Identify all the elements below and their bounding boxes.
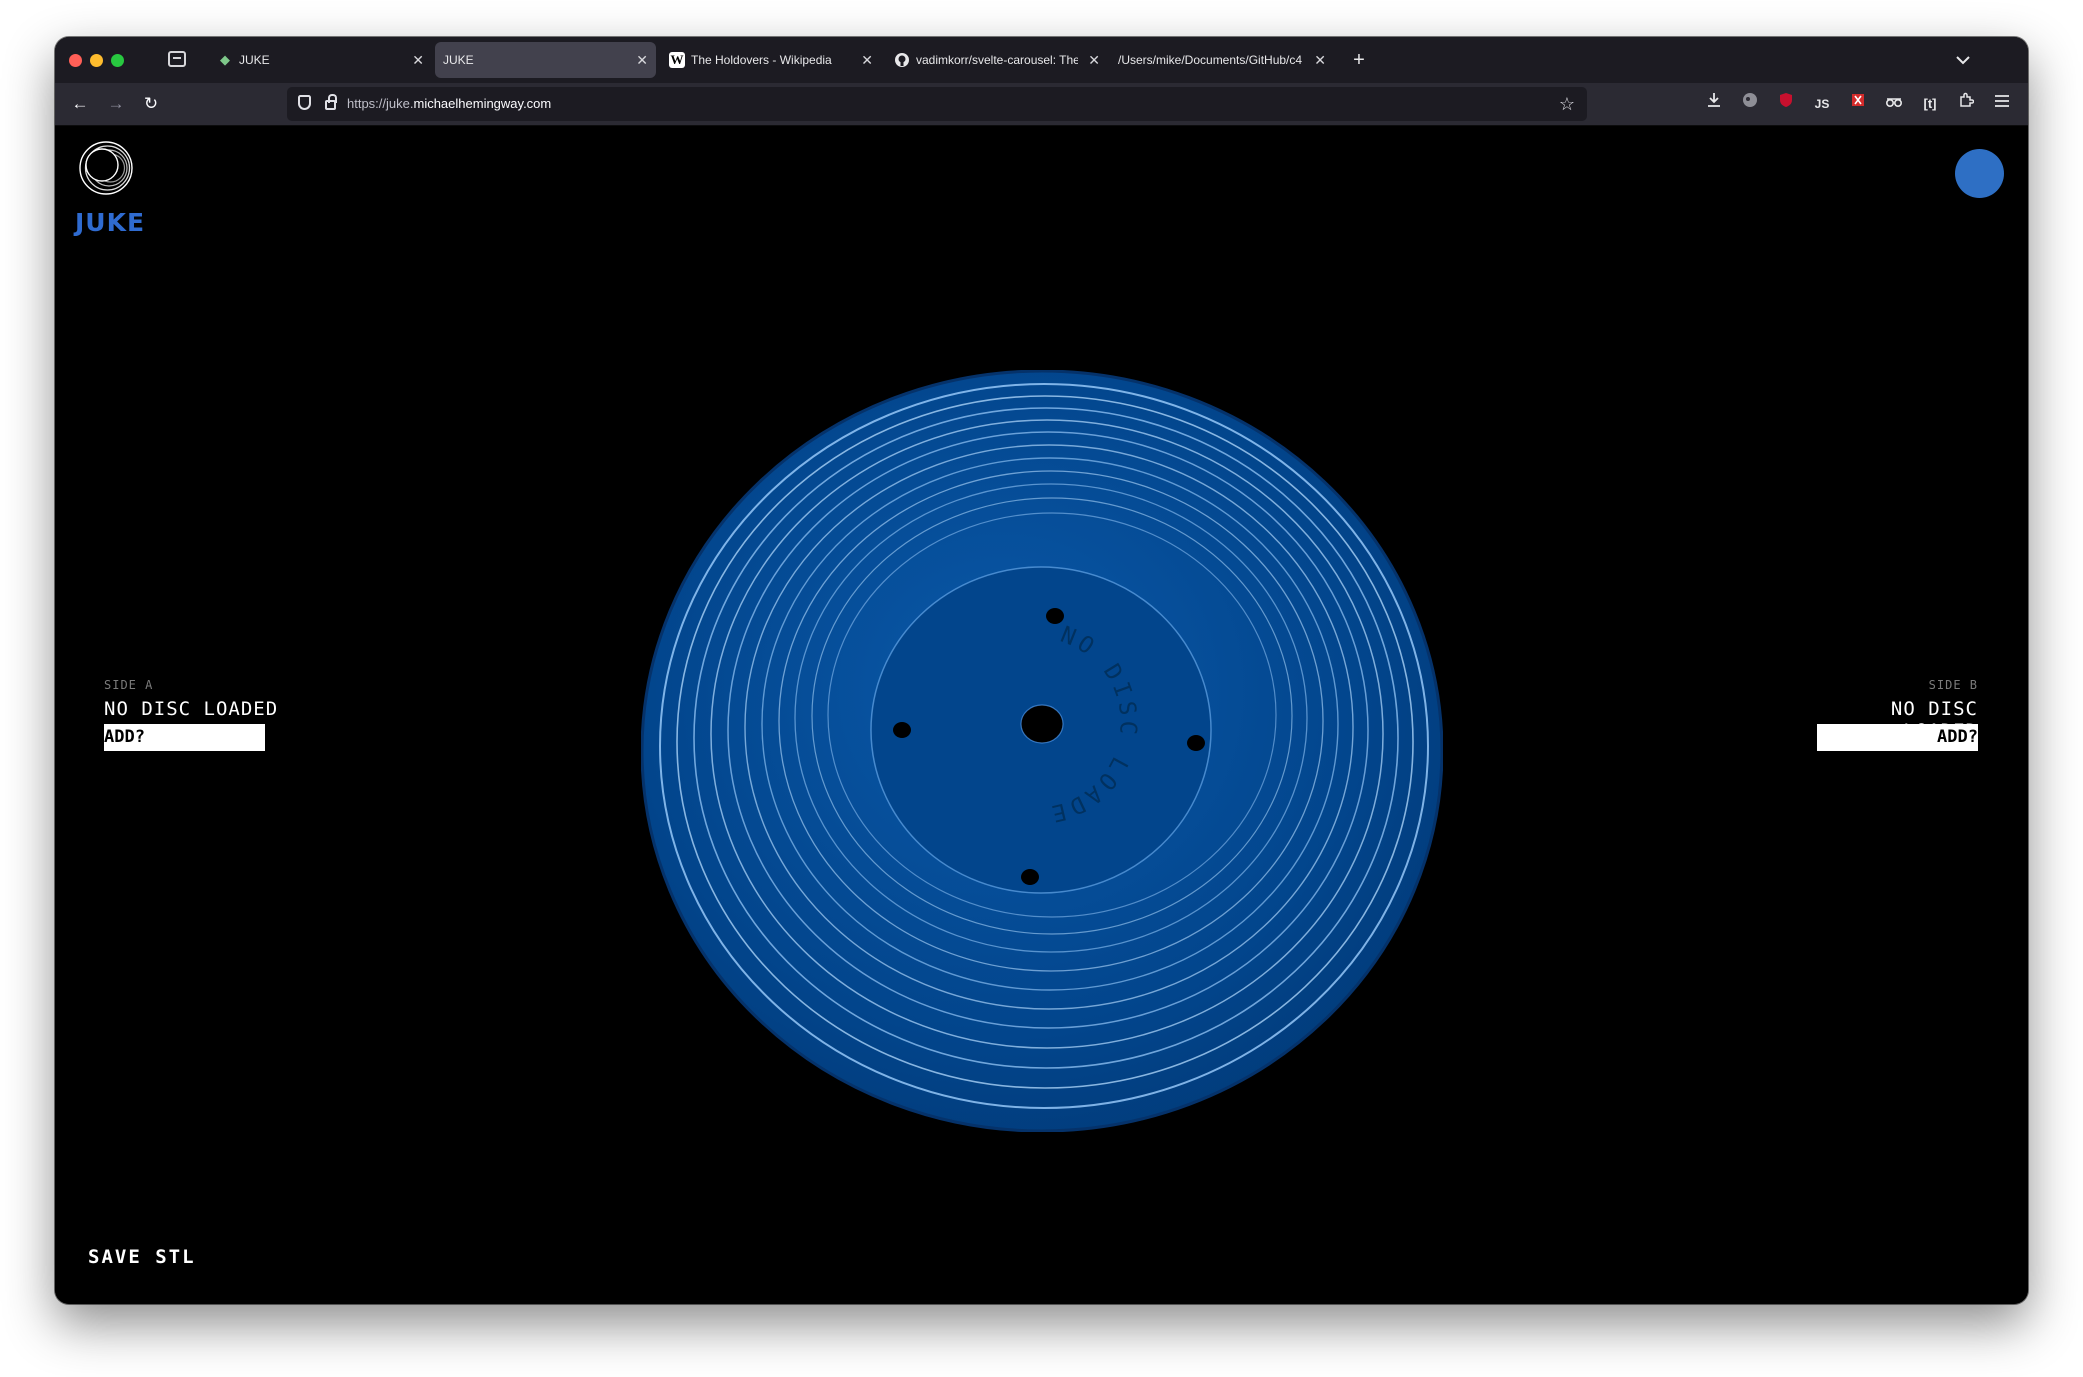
disc-peg-hole xyxy=(1046,608,1064,624)
reload-icon[interactable]: ↻ xyxy=(136,89,166,119)
side-b-add-button[interactable]: ADD? xyxy=(1817,724,1978,751)
extension-spy-icon[interactable] xyxy=(1880,89,1908,119)
side-a-panel: SIDE A NO DISC LOADED ADD? xyxy=(104,678,278,751)
navigation-toolbar: ← → ↻ https://juke.michaelhemingway.com … xyxy=(55,83,2028,126)
downloads-icon[interactable] xyxy=(1700,89,1728,119)
url-text[interactable]: https://juke.michaelhemingway.com xyxy=(347,87,551,121)
page-content: JUKE SIDE A NO DISC LOADED ADD? SIDE B N… xyxy=(55,126,2028,1304)
ublock-icon[interactable] xyxy=(1772,89,1800,119)
side-b-status: NO DISC LOADED xyxy=(1890,698,1978,742)
green-leaf-icon: ◆ xyxy=(220,52,230,67)
close-icon[interactable]: ✕ xyxy=(636,42,648,78)
menu-hamburger-icon[interactable] xyxy=(1988,89,2016,119)
vinyl-disc-3d-view[interactable]: NO DISC LOADED xyxy=(641,370,1443,1132)
side-b-panel: SIDE B NO DISC LOADED ADD? xyxy=(1817,678,1978,751)
extensions-puzzle-icon[interactable] xyxy=(1952,89,1980,119)
github-icon xyxy=(894,52,910,68)
close-icon[interactable]: ✕ xyxy=(412,42,424,78)
save-stl-button[interactable]: SAVE STL xyxy=(88,1246,196,1268)
tracking-protection-shield-icon[interactable] xyxy=(298,95,311,110)
close-icon[interactable]: ✕ xyxy=(861,42,873,78)
js-toggle-icon[interactable]: JS xyxy=(1808,89,1836,119)
new-tab-button[interactable]: + xyxy=(1342,42,1376,78)
side-a-tag: SIDE A xyxy=(104,678,154,692)
tab-overview-icon[interactable] xyxy=(168,51,186,67)
disc-peg-hole xyxy=(1021,869,1039,885)
back-arrow-icon[interactable]: ← xyxy=(65,89,95,119)
tab-holdovers[interactable]: W The Holdovers - Wikipedia ✕ xyxy=(659,42,881,78)
bookmark-star-icon[interactable]: ☆ xyxy=(1559,87,1575,121)
side-a-add-button[interactable]: ADD? xyxy=(104,724,265,751)
tab-local-file[interactable]: /Users/mike/Documents/GitHub/c4 ✕ xyxy=(1110,42,1334,78)
close-icon[interactable]: ✕ xyxy=(1314,42,1326,78)
side-b-tag: SIDE B xyxy=(1928,678,1978,692)
close-icon[interactable]: ✕ xyxy=(1088,42,1100,78)
side-a-status: NO DISC LOADED xyxy=(104,698,279,720)
close-window-button[interactable] xyxy=(69,54,82,67)
lock-icon[interactable] xyxy=(325,94,337,110)
disc-peg-hole xyxy=(893,722,911,738)
juke-logo-icon[interactable] xyxy=(78,140,134,196)
address-bar[interactable]: https://juke.michaelhemingway.com ☆ xyxy=(287,87,1587,121)
extension-avatar-icon[interactable] xyxy=(1736,89,1764,119)
brand-title[interactable]: JUKE xyxy=(75,208,145,237)
extension-t-icon[interactable]: [t] xyxy=(1916,89,1944,119)
tab-juke-1[interactable]: ◆ JUKE ✕ xyxy=(207,42,432,78)
tab-svelte-carousel[interactable]: vadimkorr/svelte-carousel: The ✕ xyxy=(884,42,1108,78)
tab-juke-2[interactable]: JUKE ✕ xyxy=(435,42,656,78)
wikipedia-icon: W xyxy=(669,52,685,68)
list-all-tabs-button[interactable] xyxy=(1946,42,1980,78)
forward-arrow-icon[interactable]: → xyxy=(101,89,131,119)
disc-spindle-hole xyxy=(1020,704,1064,744)
extension-red-icon[interactable] xyxy=(1844,89,1872,119)
disc-peg-hole xyxy=(1187,735,1205,751)
browser-window: ◆ JUKE ✕ JUKE ✕ W The Holdovers - Wikipe… xyxy=(55,37,2028,1304)
maximize-window-button[interactable] xyxy=(111,54,124,67)
tab-strip: ◆ JUKE ✕ JUKE ✕ W The Holdovers - Wikipe… xyxy=(55,37,2028,83)
user-avatar[interactable] xyxy=(1955,149,2004,198)
minimize-window-button[interactable] xyxy=(90,54,103,67)
